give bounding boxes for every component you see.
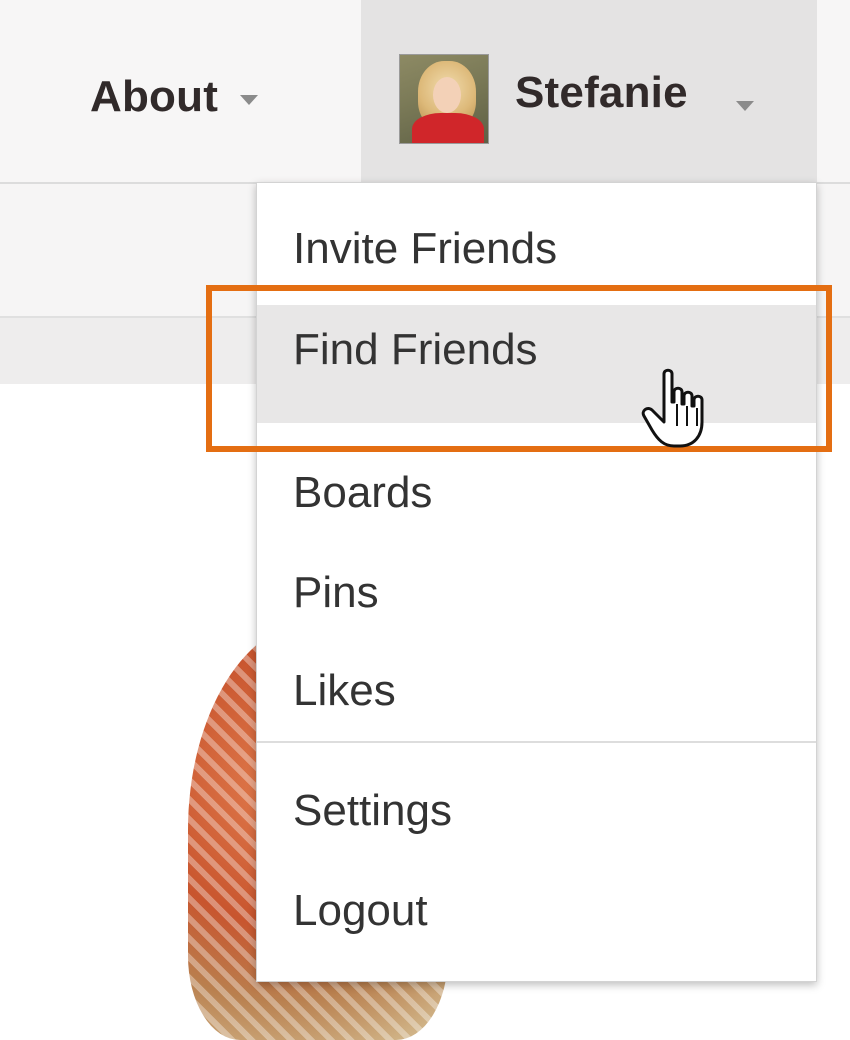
menu-item-find-friends[interactable]: Find Friends xyxy=(257,305,816,423)
menu-item-label: Pins xyxy=(293,568,379,617)
menu-divider xyxy=(257,741,816,743)
top-nav-bar: About Stefanie xyxy=(0,0,850,184)
chevron-down-icon xyxy=(240,95,259,105)
menu-item-invite-friends[interactable]: Invite Friends xyxy=(257,201,816,297)
about-menu-button[interactable]: About xyxy=(90,62,259,132)
menu-item-label: Logout xyxy=(293,886,428,935)
menu-item-label: Invite Friends xyxy=(293,224,558,273)
menu-item-settings[interactable]: Settings xyxy=(257,763,816,859)
menu-item-label: Boards xyxy=(293,468,433,517)
menu-item-boards[interactable]: Boards xyxy=(257,445,816,541)
menu-item-label: Find Friends xyxy=(293,325,538,374)
avatar xyxy=(399,54,489,144)
user-dropdown-menu: Invite Friends Find Friends Boards Pins … xyxy=(256,182,817,982)
menu-item-pins[interactable]: Pins xyxy=(257,545,816,641)
chevron-down-icon xyxy=(736,101,754,111)
menu-item-label: Likes xyxy=(293,666,396,715)
about-label: About xyxy=(90,72,219,121)
user-name-label: Stefanie xyxy=(515,68,688,117)
user-menu-button[interactable]: Stefanie xyxy=(361,0,817,182)
menu-item-logout[interactable]: Logout xyxy=(257,863,816,959)
menu-item-label: Settings xyxy=(293,786,452,835)
menu-item-likes[interactable]: Likes xyxy=(257,643,816,739)
